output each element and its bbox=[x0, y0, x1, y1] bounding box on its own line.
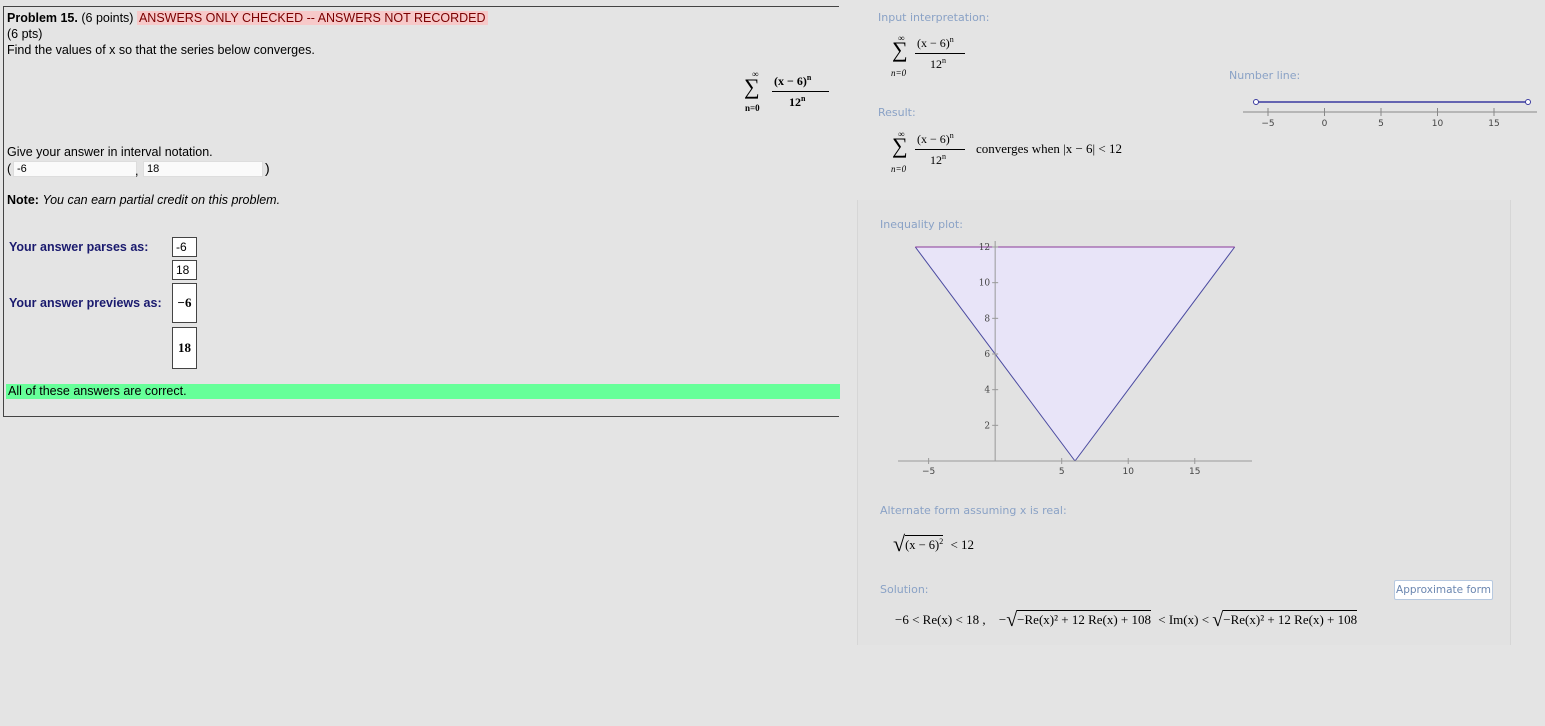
note-label: Note: bbox=[7, 193, 39, 207]
denominator-text: 12 bbox=[789, 95, 801, 109]
correct-message: All of these answers are correct. bbox=[6, 384, 840, 399]
result-sum-lower: n=0 bbox=[891, 164, 907, 174]
number-line-tick-label: 0 bbox=[1322, 119, 1328, 129]
problem-panel: Problem 15. (6 points) ANSWERS ONLY CHEC… bbox=[3, 6, 840, 417]
numerator-text: (x − 6) bbox=[774, 74, 807, 88]
parses-label: Your answer parses as: bbox=[9, 240, 149, 254]
x-tick-label: 15 bbox=[1189, 467, 1200, 477]
result-denominator-text: 12 bbox=[930, 153, 942, 167]
number-line-tick-label: 5 bbox=[1378, 119, 1384, 129]
result-numerator-text: (x − 6) bbox=[917, 132, 950, 146]
input-sigma: ∑ bbox=[892, 37, 908, 62]
result-numerator-exp: n bbox=[949, 131, 954, 140]
number-line-tick-label: 10 bbox=[1432, 119, 1444, 129]
numerator-exponent: n bbox=[806, 73, 812, 82]
solution-sqrt-2: √ bbox=[1212, 609, 1224, 631]
close-paren: ) bbox=[265, 160, 270, 176]
y-tick-label: 10 bbox=[979, 279, 991, 289]
result-series: ∞ ∑ n=0 (x − 6)n 12n bbox=[890, 129, 970, 175]
status-banner: ANSWERS ONLY CHECKED -- ANSWERS NOT RECO… bbox=[136, 11, 488, 25]
series-denominator: 12n bbox=[789, 94, 805, 110]
open-paren: ( bbox=[7, 162, 12, 176]
alternate-exp: 2 bbox=[939, 536, 944, 546]
preview-value-1: −6 bbox=[172, 283, 197, 323]
result-fraction-bar bbox=[915, 149, 965, 150]
number-line-tick-label: 15 bbox=[1488, 119, 1499, 129]
inequality-plot-label: Inequality plot: bbox=[880, 218, 963, 231]
preview-value-2: 18 bbox=[172, 327, 197, 369]
x-tick-label: −5 bbox=[922, 467, 935, 477]
solution-radicand-2: −Re(x)² + 12 Re(x) + 108 bbox=[1223, 610, 1358, 627]
number-line-open-left bbox=[1253, 99, 1259, 105]
previews-label: Your answer previews as: bbox=[9, 296, 162, 310]
solution-real-range: −6 < Re(x) < 18 , bbox=[895, 612, 986, 627]
fraction-bar bbox=[772, 91, 829, 92]
input-denominator-text: 12 bbox=[930, 57, 942, 71]
y-tick-label: 6 bbox=[984, 350, 990, 360]
number-line: −5 0 5 10 15 bbox=[1243, 99, 1537, 129]
alternate-base: (x − 6) bbox=[905, 538, 940, 552]
input-sum-lower: n=0 bbox=[891, 68, 907, 78]
inequality-region bbox=[915, 247, 1235, 461]
number-line-open-right bbox=[1525, 99, 1531, 105]
inequality-plot: −5 5 10 15 2 4 6 8 10 12 bbox=[898, 241, 1252, 477]
solution-radicand-1: −Re(x)² + 12 Re(x) + 108 bbox=[1017, 610, 1152, 627]
result-denominator-exp: n bbox=[942, 152, 946, 161]
y-tick-label: 12 bbox=[979, 243, 990, 253]
x-tick-label: 5 bbox=[1059, 467, 1065, 477]
sum-lower-limit: n=0 bbox=[745, 103, 760, 113]
solution-sqrt-1: √ bbox=[1006, 609, 1018, 631]
answer-comma: , bbox=[135, 164, 139, 178]
y-tick-label: 2 bbox=[984, 421, 990, 431]
alternate-form-expr: √(x − 6)2 < 12 bbox=[893, 529, 975, 556]
problem-points: (6 points) bbox=[81, 11, 134, 25]
result-text: converges when |x − 6| < 12 bbox=[976, 141, 1122, 156]
alternate-radicand: (x − 6)2 bbox=[905, 535, 944, 552]
sqrt-symbol: √ bbox=[893, 531, 906, 556]
solution-label: Solution: bbox=[880, 583, 929, 596]
answer-left-input[interactable] bbox=[13, 161, 137, 177]
parse-value-1: -6 bbox=[172, 237, 197, 257]
input-interpretation-label: Input interpretation: bbox=[878, 11, 990, 24]
sigma-symbol: ∑ bbox=[744, 74, 760, 99]
alternate-rhs: < 12 bbox=[950, 537, 975, 552]
result-label: Result: bbox=[878, 106, 916, 119]
series-numerator: (x − 6)n bbox=[774, 73, 811, 89]
pts-line: (6 pts) bbox=[7, 27, 43, 41]
interval-prompt: Give your answer in interval notation. bbox=[7, 145, 213, 159]
problem-heading: Problem 15. bbox=[7, 11, 78, 25]
y-tick-label: 8 bbox=[984, 314, 990, 324]
input-denominator: 12n bbox=[930, 56, 946, 72]
solution-expr: −6 < Re(x) < 18 , −√−Re(x)² + 12 Re(x) +… bbox=[895, 607, 1358, 631]
problem-header: Problem 15. (6 points) ANSWERS ONLY CHEC… bbox=[7, 11, 488, 25]
alternate-form-label: Alternate form assuming x is real: bbox=[880, 504, 1067, 517]
denominator-exponent: n bbox=[801, 94, 806, 103]
y-tick-label: 4 bbox=[984, 386, 990, 396]
problem-prompt: Find the values of x so that the series … bbox=[7, 43, 315, 57]
answer-right-input[interactable] bbox=[143, 161, 263, 177]
result-denominator: 12n bbox=[930, 152, 946, 168]
note-text: You can earn partial credit on this prob… bbox=[42, 193, 281, 207]
result-sigma: ∑ bbox=[892, 133, 908, 158]
solution-imag-bound: < Im(x) < bbox=[1158, 612, 1210, 627]
number-line-tick-label: −5 bbox=[1261, 119, 1274, 129]
input-numerator-exp: n bbox=[949, 35, 954, 44]
note-line: Note: You can earn partial credit on thi… bbox=[7, 193, 280, 207]
result-numerator: (x − 6)n bbox=[917, 131, 954, 147]
approximate-form-button[interactable]: Approximate form bbox=[1394, 580, 1493, 600]
input-series: ∞ ∑ n=0 (x − 6)n 12n bbox=[890, 33, 970, 79]
number-line-label: Number line: bbox=[1229, 69, 1301, 82]
input-numerator: (x − 6)n bbox=[917, 35, 954, 51]
x-tick-label: 10 bbox=[1123, 467, 1135, 477]
input-fraction-bar bbox=[915, 53, 965, 54]
input-denominator-exp: n bbox=[942, 56, 946, 65]
series-formula: ∞ ∑ n=0 (x − 6)n 12n bbox=[742, 69, 832, 119]
input-numerator-text: (x − 6) bbox=[917, 36, 950, 50]
parse-value-2: 18 bbox=[172, 260, 197, 280]
